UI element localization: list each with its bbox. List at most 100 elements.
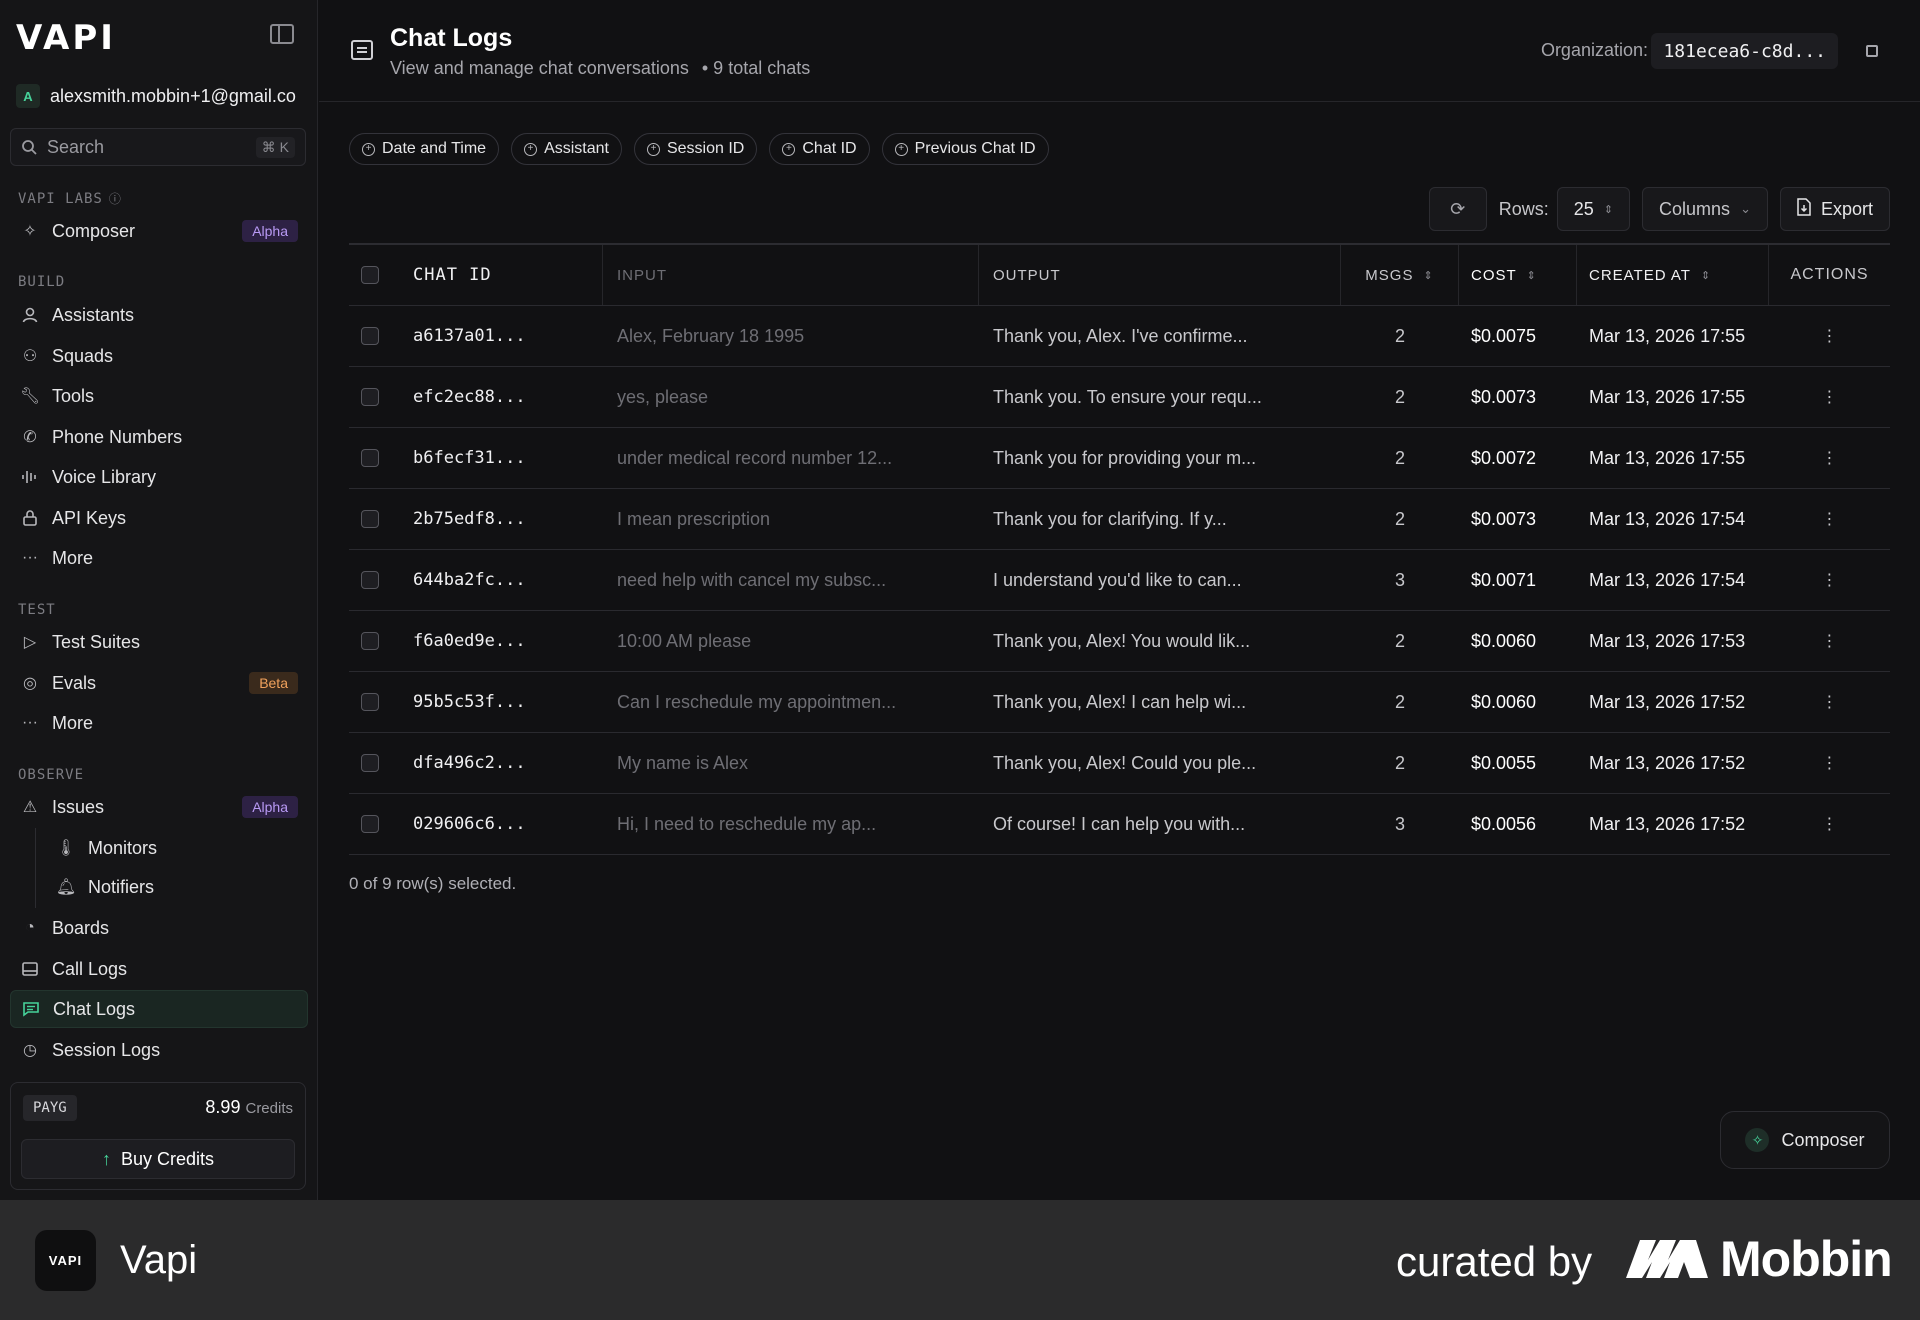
cost-cell: $0.0056 (1471, 813, 1537, 834)
row-checkbox[interactable] (361, 693, 379, 711)
table-row[interactable]: 2b75edf8... I mean prescription Thank yo… (349, 489, 1890, 550)
plus-circle-icon: + (894, 142, 908, 156)
select-all-checkbox[interactable] (361, 266, 379, 284)
plan-badge: PAYG (23, 1095, 77, 1121)
sort-icon: ⇕ (1423, 269, 1434, 282)
row-actions-icon[interactable]: ⋮ (1769, 692, 1890, 712)
info-icon[interactable]: ⓘ (109, 190, 122, 207)
row-actions-icon[interactable]: ⋮ (1769, 814, 1890, 834)
filter-assistant[interactable]: + Assistant (511, 133, 622, 165)
avatar: A (16, 84, 40, 108)
row-checkbox[interactable] (361, 632, 379, 650)
output-cell: Thank you, Alex! Could you ple... (993, 752, 1257, 773)
row-checkbox[interactable] (361, 449, 379, 467)
sidebar-item-composer[interactable]: ✧ Composer Alpha (10, 212, 308, 250)
sidebar-item-more-test[interactable]: ··· More (10, 704, 308, 742)
sidebar-item-voice-library[interactable]: Voice Library (10, 458, 308, 496)
row-actions-icon[interactable]: ⋮ (1769, 570, 1890, 590)
refresh-icon: ⟳ (1450, 198, 1466, 219)
vapi-logo[interactable]: VAPI (16, 18, 116, 58)
table-row[interactable]: 95b5c53f... Can I reschedule my appointm… (349, 672, 1890, 733)
sidebar-item-label: Call Logs (52, 958, 128, 979)
table-row[interactable]: 644ba2fc... need help with cancel my sub… (349, 550, 1890, 611)
row-actions-icon[interactable]: ⋮ (1769, 631, 1890, 651)
app-name: Vapi (120, 1238, 198, 1282)
created-cell: Mar 13, 2026 17:54 (1589, 569, 1746, 590)
row-actions-icon[interactable]: ⋮ (1769, 753, 1890, 773)
columns-label: Columns (1659, 198, 1731, 219)
filter-label: Date and Time (382, 140, 487, 157)
filter-label: Previous Chat ID (914, 140, 1036, 157)
rows-select[interactable]: 25 ⇕ (1556, 187, 1631, 231)
refresh-button[interactable]: ⟳ (1428, 187, 1487, 231)
account-switcher[interactable]: A alexsmith.mobbin+1@gmail.co (16, 84, 316, 108)
header-input: INPUT (603, 245, 979, 305)
sidebar-item-boards[interactable]: ◔ Boards (10, 909, 308, 947)
row-checkbox[interactable] (361, 510, 379, 528)
row-checkbox[interactable] (361, 815, 379, 833)
row-actions-icon[interactable]: ⋮ (1769, 509, 1890, 529)
organization-label: Organization: (1540, 40, 1648, 60)
row-actions-icon[interactable]: ⋮ (1769, 326, 1890, 346)
sidebar-item-call-logs[interactable]: Call Logs (10, 950, 308, 988)
table-row[interactable]: efc2ec88... yes, please Thank you. To en… (349, 367, 1890, 428)
gauge-icon: ◎ (23, 675, 37, 692)
sidebar-toggle-icon[interactable] (270, 24, 294, 44)
header-msgs[interactable]: MSGS ⇕ (1341, 245, 1459, 305)
sidebar-item-monitors[interactable]: 🌡︎ Monitors (46, 829, 308, 867)
mobbin-mark-icon (1626, 1240, 1708, 1278)
search-history-icon: ◷ (23, 1042, 37, 1059)
header-created-at[interactable]: CREATED AT ⇕ (1577, 245, 1769, 305)
table-row[interactable]: b6fecf31... under medical record number … (349, 428, 1890, 489)
columns-button[interactable]: Columns ⌄ (1642, 187, 1768, 231)
table-row[interactable]: 029606c6... Hi, I need to reschedule my … (349, 794, 1890, 855)
alpha-badge: Alpha (242, 796, 298, 818)
row-checkbox[interactable] (361, 571, 379, 589)
cost-cell: $0.0060 (1471, 630, 1537, 651)
copy-icon[interactable] (1866, 45, 1878, 57)
sidebar-item-evals[interactable]: ◎ Evals Beta (10, 664, 308, 702)
row-select-cell (349, 510, 391, 528)
filter-date-time[interactable]: + Date and Time (349, 133, 500, 165)
row-actions-icon[interactable]: ⋮ (1769, 448, 1890, 468)
filter-session-id[interactable]: + Session ID (633, 133, 758, 165)
filter-chat-id[interactable]: + Chat ID (769, 133, 870, 165)
sidebar-item-label: More (52, 712, 94, 733)
input-cell: I mean prescription (617, 508, 771, 529)
sidebar-item-notifiers[interactable]: 🔔︎ Notifiers (46, 868, 308, 906)
composer-button[interactable]: ✧ Composer (1720, 1111, 1890, 1169)
msgs-cell: 2 (1394, 691, 1405, 712)
export-button[interactable]: Export (1779, 187, 1890, 231)
organization-id[interactable]: 181ecea6-c8d... (1651, 33, 1838, 69)
rows-label: Rows: (1498, 198, 1549, 219)
sidebar-item-more-build[interactable]: ··· More (10, 539, 308, 577)
sidebar-item-test-suites[interactable]: ▷ Test Suites (10, 623, 308, 661)
section-build: BUILD (18, 274, 66, 290)
sidebar-item-label: Composer (52, 220, 136, 241)
table-row[interactable]: dfa496c2... My name is Alex Thank you, A… (349, 733, 1890, 794)
header-cost[interactable]: COST ⇕ (1459, 245, 1577, 305)
select-all-cell (349, 245, 391, 305)
row-checkbox[interactable] (361, 327, 379, 345)
search-input[interactable]: Search ⌘ K (10, 128, 306, 166)
sidebar-item-session-logs[interactable]: ◷ Session Logs (10, 1031, 308, 1069)
table-row[interactable]: a6137a01... Alex, February 18 1995 Thank… (349, 306, 1890, 367)
output-cell: Thank you, Alex. I've confirme... (993, 325, 1248, 346)
buy-credits-button[interactable]: ↑ Buy Credits (21, 1139, 295, 1179)
filter-previous-chat-id[interactable]: + Previous Chat ID (881, 133, 1049, 165)
inbox-icon (20, 959, 40, 979)
row-select-cell (349, 693, 391, 711)
row-checkbox[interactable] (361, 754, 379, 772)
chat-id-cell: 2b75edf8... (413, 509, 526, 529)
sidebar-item-chat-logs[interactable]: Chat Logs (10, 990, 308, 1028)
row-checkbox[interactable] (361, 388, 379, 406)
sidebar-item-tools[interactable]: 🔧︎ Tools (10, 377, 308, 415)
msgs-cell: 3 (1394, 569, 1405, 590)
sidebar-item-assistants[interactable]: Assistants (10, 296, 308, 334)
table-row[interactable]: f6a0ed9e... 10:00 AM please Thank you, A… (349, 611, 1890, 672)
sidebar-item-squads[interactable]: ⚇ Squads (10, 337, 308, 375)
sidebar-item-api-keys[interactable]: API Keys (10, 499, 308, 537)
sidebar-item-issues[interactable]: ⚠︎ Issues Alpha (10, 788, 308, 826)
sidebar-item-phone-numbers[interactable]: ✆ Phone Numbers (10, 418, 308, 456)
row-actions-icon[interactable]: ⋮ (1769, 387, 1890, 407)
